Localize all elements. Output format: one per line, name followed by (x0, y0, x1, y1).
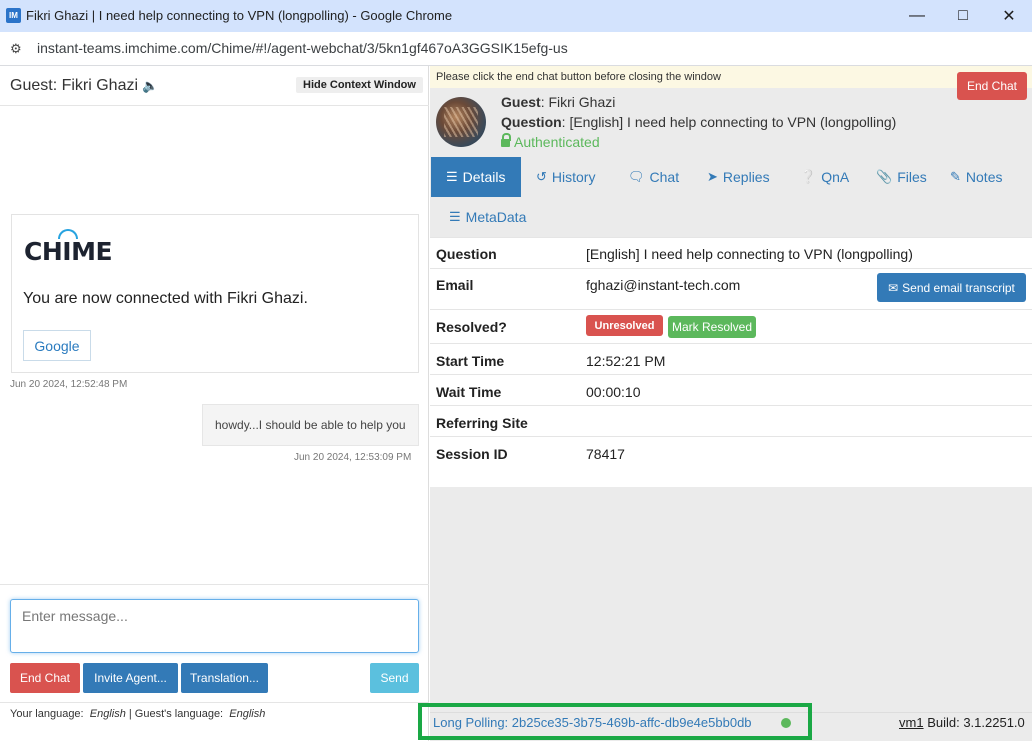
lock-icon (501, 133, 511, 147)
history-icon: ↺ (536, 169, 547, 184)
tab-notes[interactable]: ✎ Notes (950, 157, 1002, 197)
divider (0, 702, 429, 703)
tab-metadata[interactable]: ☰ MetaData (449, 197, 526, 237)
minimize-icon[interactable]: — (894, 0, 940, 32)
google-button[interactable]: Google (23, 330, 91, 361)
message-input[interactable] (10, 599, 419, 653)
details-table: Question [English] I need help connectin… (430, 237, 1032, 487)
translation-button[interactable]: Translation... (181, 663, 268, 693)
app-icon: IM (6, 8, 21, 23)
connection-status-dot (781, 718, 791, 728)
tab-replies[interactable]: ➤ Replies (707, 157, 770, 197)
close-icon[interactable]: ✕ (986, 0, 1032, 32)
vm-link[interactable]: vm1 (899, 715, 924, 730)
guest-name-line: Guest: Fikri Ghazi (501, 94, 616, 110)
agent-message-bubble: howdy...I should be able to help you (202, 404, 419, 446)
tab-chat[interactable]: 🗨 Chat (628, 157, 679, 197)
tab-details[interactable]: ☰ Details (431, 157, 521, 197)
guest-avatar (436, 97, 486, 147)
message-timestamp: Jun 20 2024, 12:53:09 PM (294, 452, 412, 463)
invite-agent-button[interactable]: Invite Agent... (83, 663, 178, 693)
tab-qna[interactable]: ❔ QnA (800, 157, 849, 197)
site-settings-icon[interactable]: ⚙ (10, 41, 26, 57)
address-bar[interactable]: ⚙ instant-teams.imchime.com/Chime/#!/age… (0, 32, 1032, 66)
unresolved-badge: Unresolved (586, 315, 663, 336)
connected-message: You are now connected with Fikri Ghazi. (23, 290, 308, 307)
chime-logo: CHIME (24, 229, 113, 266)
language-info: Your language: English | Guest's languag… (10, 708, 266, 720)
welcome-card: CHIME You are now connected with Fikri G… (11, 214, 419, 373)
table-row: Session ID 78417 (430, 436, 1032, 487)
build-info: vm1 Build: 3.1.2251.0 (899, 715, 1025, 730)
divider (0, 584, 429, 585)
table-row: Email fghazi@instant-tech.com ✉ Send emai… (430, 268, 1032, 309)
question-circle-icon: ❔ (800, 169, 817, 184)
list-icon: ☰ (449, 209, 461, 224)
close-warning: Please click the end chat button before … (430, 66, 1032, 88)
mark-resolved-button[interactable]: Mark Resolved (668, 316, 756, 338)
url-text[interactable]: instant-teams.imchime.com/Chime/#!/agent… (37, 40, 568, 56)
authenticated-status: Authenticated (501, 133, 600, 150)
message-timestamp: Jun 20 2024, 12:52:48 PM (10, 379, 128, 390)
chat-pane: Guest: Fikri Ghazi 🔈 Hide Context Window… (0, 66, 429, 741)
speaker-icon[interactable]: 🔈 (142, 78, 158, 94)
guest-header: Guest: Fikri Ghazi (10, 77, 139, 94)
paperclip-icon: 📎 (876, 169, 893, 184)
chat-icon: 🗨 (628, 169, 645, 184)
end-chat-button[interactable]: End Chat (957, 72, 1027, 100)
table-row: Referring Site (430, 405, 1032, 436)
envelope-icon: ✉ (888, 280, 899, 295)
list-icon: ☰ (446, 169, 458, 184)
window-title: Fikri Ghazi | I need help connecting to … (26, 8, 453, 23)
tab-files[interactable]: 📎 Files (876, 157, 927, 197)
table-row: Resolved? Unresolved Mark Resolved (430, 309, 1032, 343)
end-chat-button[interactable]: End Chat (10, 663, 80, 693)
tab-history[interactable]: ↺ History (536, 157, 595, 197)
table-row: Start Time 12:52:21 PM (430, 343, 1032, 374)
context-pane: Please click the end chat button before … (430, 66, 1032, 741)
divider (0, 105, 429, 106)
browser-titlebar: IM Fikri Ghazi | I need help connecting … (0, 0, 1032, 32)
question-line: Question: [English] I need help connecti… (501, 114, 897, 130)
table-row: Question [English] I need help connectin… (430, 237, 1032, 268)
send-email-transcript-button[interactable]: ✉ Send email transcript (877, 273, 1026, 302)
long-polling-link[interactable]: Long Polling: 2b25ce35-3b75-469b-affc-db… (433, 715, 752, 730)
paper-plane-icon: ➤ (707, 169, 718, 184)
send-button[interactable]: Send (370, 663, 419, 693)
hide-context-button[interactable]: Hide Context Window (296, 77, 423, 93)
maximize-icon[interactable]: □ (940, 0, 986, 32)
table-row: Wait Time 00:00:10 (430, 374, 1032, 405)
edit-icon: ✎ (950, 169, 961, 184)
